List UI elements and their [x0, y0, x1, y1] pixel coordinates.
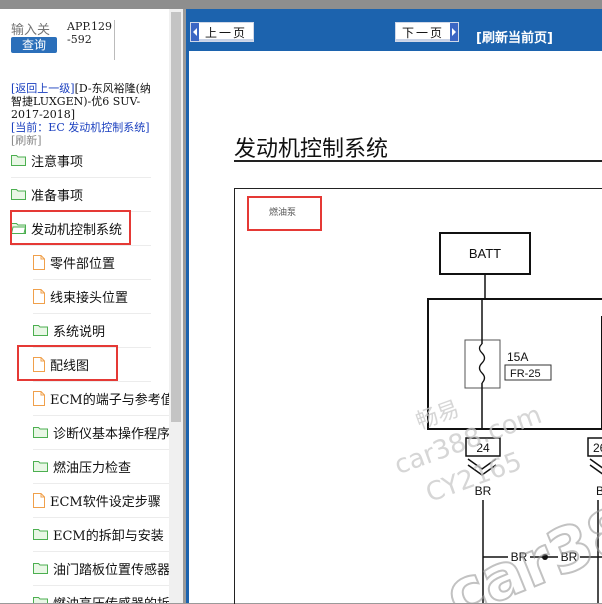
document-icon — [33, 390, 45, 406]
sidebar-item-system-description[interactable]: 系统说明 — [33, 313, 151, 348]
sidebar-item-label: 注意事项 — [31, 154, 84, 170]
sidebar-item-precautions[interactable]: 注意事项 — [11, 143, 151, 178]
sidebar-item-ecm-terminals[interactable]: ECM的端子与参考值 — [33, 381, 174, 416]
breadcrumb: [返回上一级][D-东风裕隆(纳智捷LUXGEN)-优6 SUV-2017-20… — [11, 82, 161, 147]
document-icon — [33, 254, 45, 270]
connector-26-label: 26 — [593, 441, 602, 455]
highlight-box-engine-control — [10, 210, 131, 245]
sidebar-item-label: 零件部位置 — [50, 256, 116, 272]
watermark-large: car38 — [434, 490, 602, 603]
back-link[interactable]: [返回上一级] — [11, 82, 75, 95]
document-icon — [33, 492, 45, 508]
watermark-large-text: car38 — [435, 491, 602, 603]
sidebar-item-fuel-pressure-sensor[interactable]: 燃油高压传感器的拆 — [33, 585, 171, 603]
divider — [114, 20, 115, 60]
current-prefix: [当前： — [11, 121, 49, 134]
batt-label: BATT — [469, 246, 501, 261]
sidebar-item-harness-connector[interactable]: 线束接头位置 — [33, 279, 151, 314]
sidebar: 查询 APP.129-592 [返回上一级][D-东风裕隆(纳智捷LUXGEN)… — [0, 9, 183, 603]
current-suffix: ] — [145, 121, 150, 134]
sidebar-scroll-thumb[interactable] — [171, 12, 181, 422]
document-icon — [33, 288, 45, 304]
folder-icon — [11, 189, 26, 200]
sidebar-item-ecm-software[interactable]: ECM软件设定步骤 — [33, 483, 171, 518]
sidebar-item-accelerator-sensor[interactable]: 油门踏板位置传感器 — [33, 551, 171, 586]
sidebar-item-label: 燃油高压传感器的拆 — [53, 593, 170, 604]
sidebar-item-label: ECM的拆卸与安装 — [53, 528, 164, 544]
app-id: APP.129-592 — [67, 20, 113, 46]
sidebar-item-diagnostic-tool[interactable]: 诊断仪基本操作程序 — [33, 415, 171, 450]
fuse-holder — [464, 339, 501, 389]
connector-chevron — [589, 458, 602, 469]
sidebar-item-label: 油门踏板位置传感器 — [53, 562, 171, 578]
sidebar-item-label: 诊断仪基本操作程序 — [53, 426, 171, 442]
sidebar-item-label: ECM的端子与参考值 — [50, 392, 174, 408]
window-top-strip — [0, 0, 602, 9]
folder-icon — [33, 529, 48, 540]
sidebar-item-label: ECM软件设定步骤 — [50, 494, 161, 510]
folder-icon — [11, 155, 26, 166]
wire-color-label: BR — [596, 484, 602, 498]
sidebar-item-label: 燃油压力检查 — [53, 460, 132, 476]
search-input[interactable] — [11, 23, 61, 38]
current-name: EC 发动机控制系统 — [48, 121, 146, 134]
folder-icon — [33, 563, 48, 574]
sidebar-item-label: 线束接头位置 — [50, 290, 129, 306]
highlight-box-wiring-diagram — [17, 345, 118, 381]
fuse-id: FR-25 — [510, 368, 541, 380]
sidebar-item-label: 系统说明 — [53, 324, 106, 340]
wiring-diagram: BATT 15A FR-25 24 26 BR BR BR BR 畅易 car3… — [391, 232, 602, 603]
search-button[interactable]: 查询 — [11, 37, 57, 53]
sidebar-item-ecm-removal[interactable]: ECM的拆卸与安装 — [33, 517, 171, 552]
sidebar-item-label: 准备事项 — [31, 188, 84, 204]
sidebar-item-fuel-pressure[interactable]: 燃油压力检查 — [33, 449, 171, 484]
folder-icon — [33, 461, 48, 472]
folder-icon — [33, 597, 48, 603]
fuse-rating: 15A — [507, 350, 528, 364]
sidebar-item-preparation[interactable]: 准备事项 — [11, 177, 151, 212]
sidebar-item-component-location[interactable]: 零件部位置 — [33, 245, 151, 280]
folder-icon — [33, 427, 48, 438]
folder-icon — [33, 325, 48, 336]
